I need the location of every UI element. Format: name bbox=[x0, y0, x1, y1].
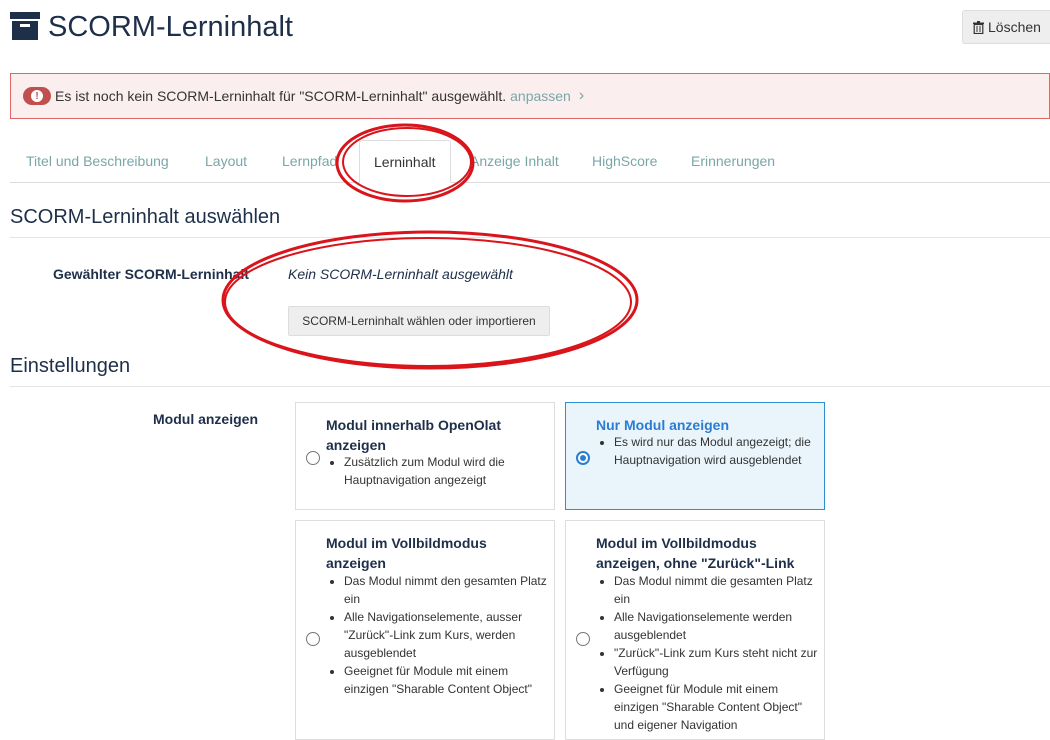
section-title-select: SCORM-Lerninhalt auswählen bbox=[10, 206, 1050, 238]
option-bullet: Das Modul nimmt den gesamten Platz ein bbox=[344, 572, 554, 608]
tab-highscore[interactable]: HighScore bbox=[592, 140, 657, 182]
option-card-within-openolat[interactable]: Modul innerhalb OpenOlat anzeigen Zusätz… bbox=[295, 402, 555, 510]
option-bullets: Es wird nur das Modul angezeigt; die Hau… bbox=[596, 433, 824, 469]
tab-titel-beschreibung[interactable]: Titel und Beschreibung bbox=[26, 140, 169, 182]
selected-content-label: Gewählter SCORM-Lerninhalt bbox=[53, 266, 250, 282]
tab-lerninhalt[interactable]: Lerninhalt bbox=[359, 140, 451, 183]
warning-icon: ! bbox=[23, 87, 51, 105]
alert-link-anpassen[interactable]: anpassen bbox=[510, 88, 571, 104]
option-card-fullscreen[interactable]: Modul im Vollbildmodus anzeigen Das Modu… bbox=[295, 520, 555, 740]
tab-anzeige-inhalt[interactable]: Anzeige Inhalt bbox=[470, 140, 559, 182]
option-bullet: "Zurück"-Link zum Kurs steht nicht zur V… bbox=[614, 644, 824, 680]
option-title: Modul innerhalb OpenOlat anzeigen bbox=[326, 417, 501, 453]
annotation-ellipse-content bbox=[221, 230, 639, 370]
radio-module-only[interactable] bbox=[576, 451, 590, 465]
option-title: Modul im Vollbildmodus anzeigen bbox=[326, 535, 487, 571]
option-card-fullscreen-no-back[interactable]: Modul im Vollbildmodus anzeigen, ohne "Z… bbox=[565, 520, 825, 740]
trash-icon bbox=[973, 20, 984, 34]
page-title: SCORM-Lerninhalt bbox=[48, 11, 293, 43]
selected-content-value: Kein SCORM-Lerninhalt ausgewählt bbox=[288, 266, 513, 282]
tab-layout[interactable]: Layout bbox=[205, 140, 247, 182]
delete-button[interactable]: Löschen bbox=[962, 10, 1050, 44]
page-header: SCORM-Lerninhalt bbox=[10, 8, 1050, 48]
option-bullets: Das Modul nimmt den gesamten Platz ein A… bbox=[326, 572, 554, 698]
radio-fullscreen[interactable] bbox=[306, 632, 320, 646]
warning-alert: ! Es ist noch kein SCORM-Lerninhalt für … bbox=[10, 73, 1050, 119]
module-display-label: Modul anzeigen bbox=[153, 411, 258, 427]
annotation-ellipse-content-2 bbox=[224, 237, 632, 367]
delete-button-label: Löschen bbox=[988, 19, 1041, 35]
option-bullet: Geeignet für Module mit einem einzigen "… bbox=[344, 662, 554, 698]
option-title: Modul im Vollbildmodus anzeigen, ohne "Z… bbox=[596, 535, 795, 571]
option-bullet: Zusätzlich zum Modul wird die Hauptnavig… bbox=[344, 453, 554, 489]
archive-box-icon bbox=[10, 12, 40, 40]
option-bullet: Es wird nur das Modul angezeigt; die Hau… bbox=[614, 433, 824, 469]
option-title: Nur Modul anzeigen bbox=[596, 417, 729, 433]
option-bullet: Das Modul nimmt die gesamten Platz ein bbox=[614, 572, 824, 608]
option-bullets: Zusätzlich zum Modul wird die Hauptnavig… bbox=[326, 453, 554, 489]
option-card-module-only[interactable]: Nur Modul anzeigen Es wird nur das Modul… bbox=[565, 402, 825, 510]
radio-within-openolat[interactable] bbox=[306, 451, 320, 465]
tab-lernpfad[interactable]: Lernpfad bbox=[282, 140, 337, 182]
tab-erinnerungen[interactable]: Erinnerungen bbox=[691, 140, 775, 182]
option-bullet: Alle Navigationselemente, ausser "Zurück… bbox=[344, 608, 554, 662]
alert-message: Es ist noch kein SCORM-Lerninhalt für "S… bbox=[55, 88, 507, 104]
section-title-settings: Einstellungen bbox=[10, 355, 1050, 387]
option-bullets: Das Modul nimmt die gesamten Platz ein A… bbox=[596, 572, 824, 734]
chevron-right-icon: › bbox=[578, 87, 585, 104]
tab-bar: Titel und Beschreibung Layout Lernpfad A… bbox=[10, 140, 1050, 183]
choose-import-button[interactable]: SCORM-Lerninhalt wählen oder importieren bbox=[288, 306, 550, 336]
radio-fullscreen-no-back[interactable] bbox=[576, 632, 590, 646]
option-bullet: Alle Navigationselemente werden ausgeble… bbox=[614, 608, 824, 644]
